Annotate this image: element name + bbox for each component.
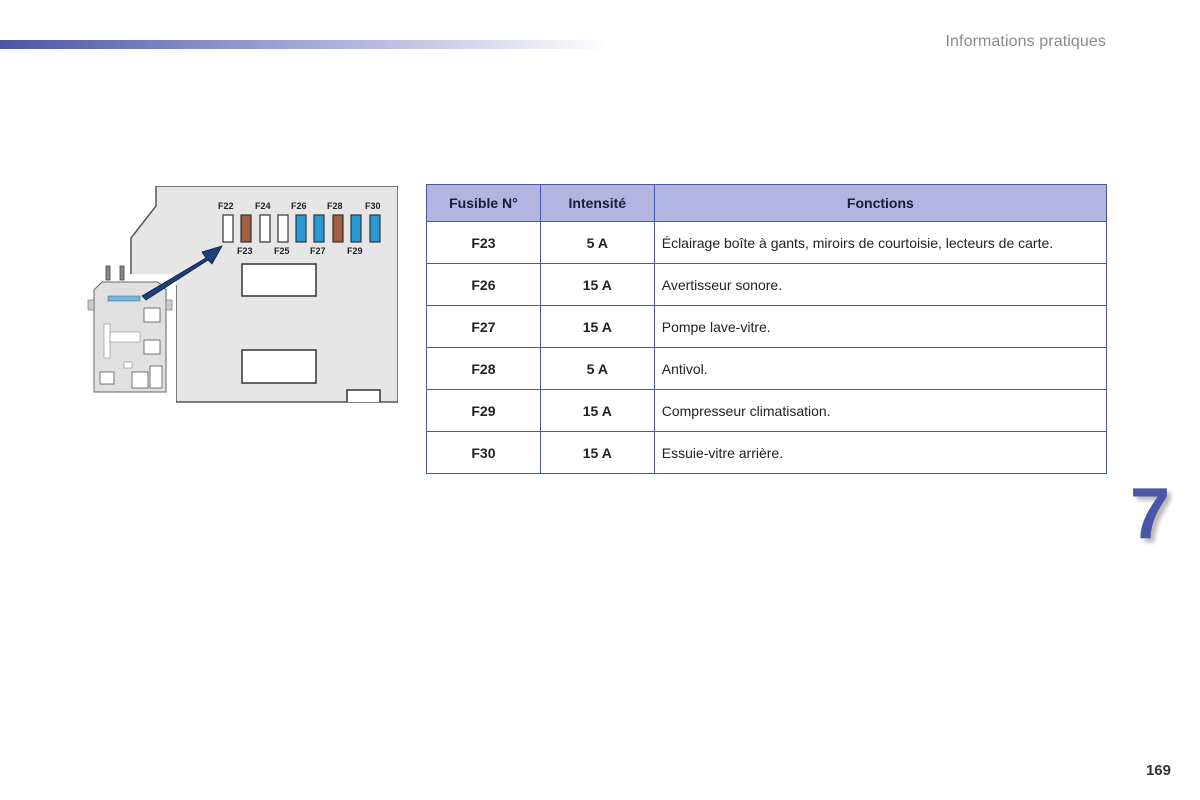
fuse-f23 <box>240 214 252 243</box>
cell-amp: 15 A <box>539 305 655 348</box>
fuse-box-diagram: F22 F24 F26 F28 F30 F23 F25 F27 F29 <box>86 186 398 404</box>
relay-lower <box>241 349 317 384</box>
cell-function: Éclairage boîte à gants, miroirs de cour… <box>653 221 1108 264</box>
cell-function: Essuie-vitre arrière. <box>653 431 1108 474</box>
fuse-label-bottom: F27 <box>310 246 326 256</box>
fuse-label-top: F30 <box>365 201 381 211</box>
fuse-table: Fusible N° Intensité Fonctions F23 5 A É… <box>426 184 1108 474</box>
overview-relay <box>149 365 163 389</box>
relay-upper <box>241 263 317 297</box>
table-header-row: Fusible N° Intensité Fonctions <box>426 184 1108 222</box>
fuse-f24 <box>259 214 271 243</box>
overview-clip <box>165 299 173 311</box>
fuse-label-bottom: F25 <box>274 246 290 256</box>
overview-relay <box>131 371 149 389</box>
overview-fuse-column <box>103 323 111 359</box>
overview-tab <box>105 265 111 281</box>
overview-relay <box>143 339 161 355</box>
chapter-number: 7 <box>1130 474 1171 554</box>
fuse-f26 <box>295 214 307 243</box>
header-functions: Fonctions <box>653 184 1108 222</box>
cell-function: Antivol. <box>653 347 1108 390</box>
fuse-label-bottom: F23 <box>237 246 253 256</box>
overview-tab <box>119 265 125 281</box>
cell-fuse: F26 <box>426 263 541 306</box>
fuse-label-top: F24 <box>255 201 271 211</box>
fuse-label-top: F28 <box>327 201 343 211</box>
cell-amp: 5 A <box>539 221 655 264</box>
cell-function: Compresseur climatisation. <box>653 389 1108 432</box>
table-row: F27 15 A Pompe lave-vitre. <box>426 305 1108 348</box>
fuse-f28 <box>332 214 344 243</box>
cell-amp: 15 A <box>539 263 655 306</box>
cell-fuse: F27 <box>426 305 541 348</box>
table-row: F28 5 A Antivol. <box>426 347 1108 390</box>
fuse-f29 <box>350 214 362 243</box>
cell-fuse: F28 <box>426 347 541 390</box>
header-fuse-number: Fusible N° <box>426 184 541 222</box>
page-number: 169 <box>1145 762 1171 779</box>
table-row: F23 5 A Éclairage boîte à gants, miroirs… <box>426 221 1108 264</box>
fuse-box-svg: F22 F24 F26 F28 F30 F23 F25 F27 F29 <box>86 186 398 404</box>
header-accent-bar <box>0 40 610 49</box>
overview-clip <box>87 299 95 311</box>
cell-function: Pompe lave-vitre. <box>653 305 1108 348</box>
cell-fuse: F30 <box>426 431 541 474</box>
overview-fuse-block <box>109 331 141 343</box>
cell-amp: 15 A <box>539 431 655 474</box>
fuse-label-top: F22 <box>218 201 234 211</box>
relay-partial <box>346 389 381 402</box>
fuse-f25 <box>277 214 289 243</box>
fuse-f30 <box>369 214 381 243</box>
overview-relay <box>99 371 115 385</box>
table-row: F26 15 A Avertisseur sonore. <box>426 263 1108 306</box>
section-title: Informations pratiques <box>945 33 1106 50</box>
fuse-f27 <box>313 214 325 243</box>
overview-fuse-block <box>123 361 133 369</box>
table-row: F29 15 A Compresseur climatisation. <box>426 389 1108 432</box>
header-amperage: Intensité <box>539 184 655 222</box>
cell-function: Avertisseur sonore. <box>653 263 1108 306</box>
cell-fuse: F29 <box>426 389 541 432</box>
cell-amp: 15 A <box>539 389 655 432</box>
fuse-label-bottom: F29 <box>347 246 363 256</box>
table-row: F30 15 A Essuie-vitre arrière. <box>426 431 1108 474</box>
cell-amp: 5 A <box>539 347 655 390</box>
cell-fuse: F23 <box>426 221 541 264</box>
overview-fuse-row <box>107 295 141 302</box>
overview-relay <box>143 307 161 323</box>
fuse-f22 <box>222 214 234 243</box>
fuse-label-top: F26 <box>291 201 307 211</box>
